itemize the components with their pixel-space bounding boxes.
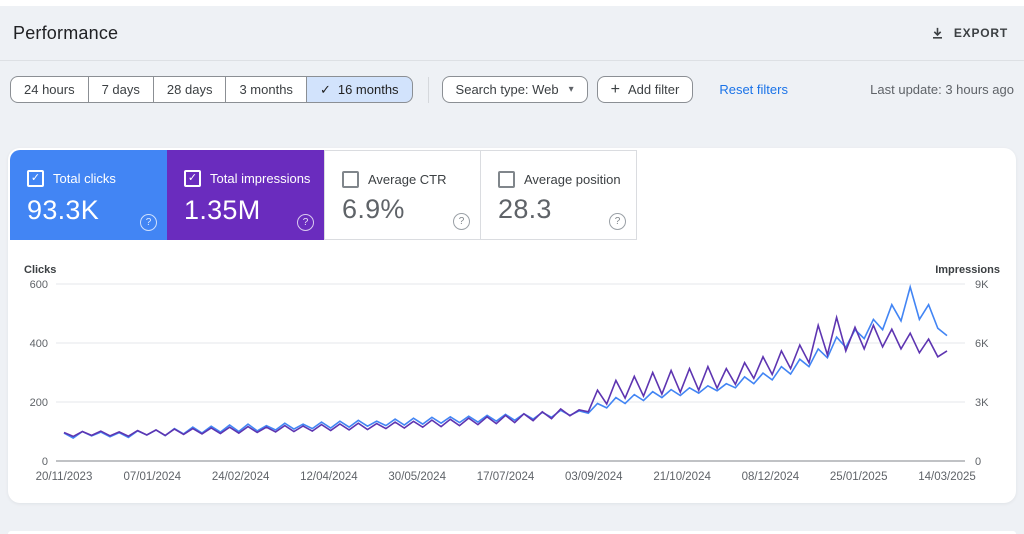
chevron-down-icon: ▾ — [569, 85, 574, 95]
x-axis-label: 24/02/2024 — [212, 471, 270, 483]
filter-separator — [428, 77, 429, 103]
help-icon[interactable]: ? — [297, 214, 314, 231]
checkbox-icon[interactable] — [342, 171, 359, 188]
add-filter-label: Add filter — [628, 82, 679, 97]
metric-card-average-position[interactable]: Average position 28.3 ? — [480, 150, 637, 240]
y-left-tick: 200 — [30, 397, 48, 409]
y-right-tick: 9K — [975, 279, 989, 291]
metric-label: Average position — [524, 172, 621, 187]
date-range-16-months[interactable]: ✓ 16 months — [306, 76, 413, 103]
y-left-tick: 400 — [30, 338, 48, 350]
reset-filters-link[interactable]: Reset filters — [719, 82, 788, 97]
metric-label: Total impressions — [210, 171, 310, 186]
y-left-tick: 0 — [42, 456, 48, 468]
total-impressions-line — [64, 317, 947, 436]
x-axis-label: 14/03/2025 — [918, 471, 976, 483]
x-axis-label: 17/07/2024 — [477, 471, 535, 483]
metric-card-total-impressions[interactable]: ✓ Total impressions 1.35M ? — [167, 150, 324, 240]
metric-value: 28.3 — [498, 194, 552, 225]
filter-row: 24 hours 7 days 28 days 3 months ✓ 16 mo… — [10, 76, 1016, 103]
date-range-label: 7 days — [102, 82, 140, 97]
y-right-tick: 6K — [975, 338, 989, 350]
help-icon[interactable]: ? — [453, 213, 470, 230]
help-icon[interactable]: ? — [140, 214, 157, 231]
x-axis-label: 20/11/2023 — [36, 471, 93, 483]
add-filter-button[interactable]: + Add filter — [597, 76, 694, 103]
search-type-dropdown[interactable]: Search type: Web ▾ — [442, 76, 588, 103]
date-range-label: 24 hours — [24, 82, 75, 97]
date-range-label: 28 days — [167, 82, 213, 97]
metric-value: 93.3K — [27, 195, 99, 226]
x-axis-label: 12/04/2024 — [300, 471, 358, 483]
chart-panel: 0 0 200 3K 400 6K 600 9K Clicks Impressions 20/11/… — [8, 148, 1016, 503]
page-title: Performance — [13, 23, 118, 44]
metric-card-average-ctr[interactable]: Average CTR 6.9% ? — [324, 150, 481, 240]
download-icon — [930, 26, 945, 41]
x-axis-label: 08/12/2024 — [742, 471, 800, 483]
date-range-7-days[interactable]: 7 days — [88, 76, 154, 103]
date-range-28-days[interactable]: 28 days — [153, 76, 227, 103]
header: Performance EXPORT — [0, 6, 1024, 60]
date-range-label: 16 months — [338, 82, 399, 97]
metric-label: Total clicks — [53, 171, 116, 186]
metric-label: Average CTR — [368, 172, 447, 187]
metric-cards: ✓ Total clicks 93.3K ? ✓ Total impressions… — [10, 150, 637, 240]
y-right-axis-title: Impressions — [935, 264, 1000, 276]
export-button[interactable]: EXPORT — [926, 20, 1012, 47]
y-left-axis-title: Clicks — [24, 264, 56, 276]
x-axis-label: 30/05/2024 — [388, 471, 446, 483]
x-axis-label: 03/09/2024 — [565, 471, 623, 483]
y-left-tick: 600 — [30, 279, 48, 291]
metric-card-total-clicks[interactable]: ✓ Total clicks 93.3K ? — [10, 150, 167, 240]
help-icon[interactable]: ? — [609, 213, 626, 230]
y-right-tick: 3K — [975, 397, 989, 409]
checkbox-icon[interactable]: ✓ — [27, 170, 44, 187]
date-range-label: 3 months — [239, 82, 292, 97]
checkbox-icon[interactable] — [498, 171, 515, 188]
header-divider — [0, 60, 1024, 61]
date-range-24-hours[interactable]: 24 hours — [10, 76, 89, 103]
metric-value: 6.9% — [342, 194, 405, 225]
x-axis-label: 25/01/2025 — [830, 471, 888, 483]
export-label: EXPORT — [954, 26, 1008, 40]
search-type-label: Search type: Web — [456, 82, 559, 97]
plus-icon: + — [611, 82, 620, 98]
date-range-group: 24 hours 7 days 28 days 3 months ✓ 16 mo… — [10, 76, 413, 103]
date-range-3-months[interactable]: 3 months — [225, 76, 306, 103]
x-axis-label: 07/01/2024 — [124, 471, 182, 483]
x-axis-label: 21/10/2024 — [653, 471, 711, 483]
y-right-tick: 0 — [975, 456, 981, 468]
checkbox-icon[interactable]: ✓ — [184, 170, 201, 187]
check-icon: ✓ — [320, 83, 331, 96]
last-update-text: Last update: 3 hours ago — [870, 82, 1016, 97]
metric-value: 1.35M — [184, 195, 261, 226]
